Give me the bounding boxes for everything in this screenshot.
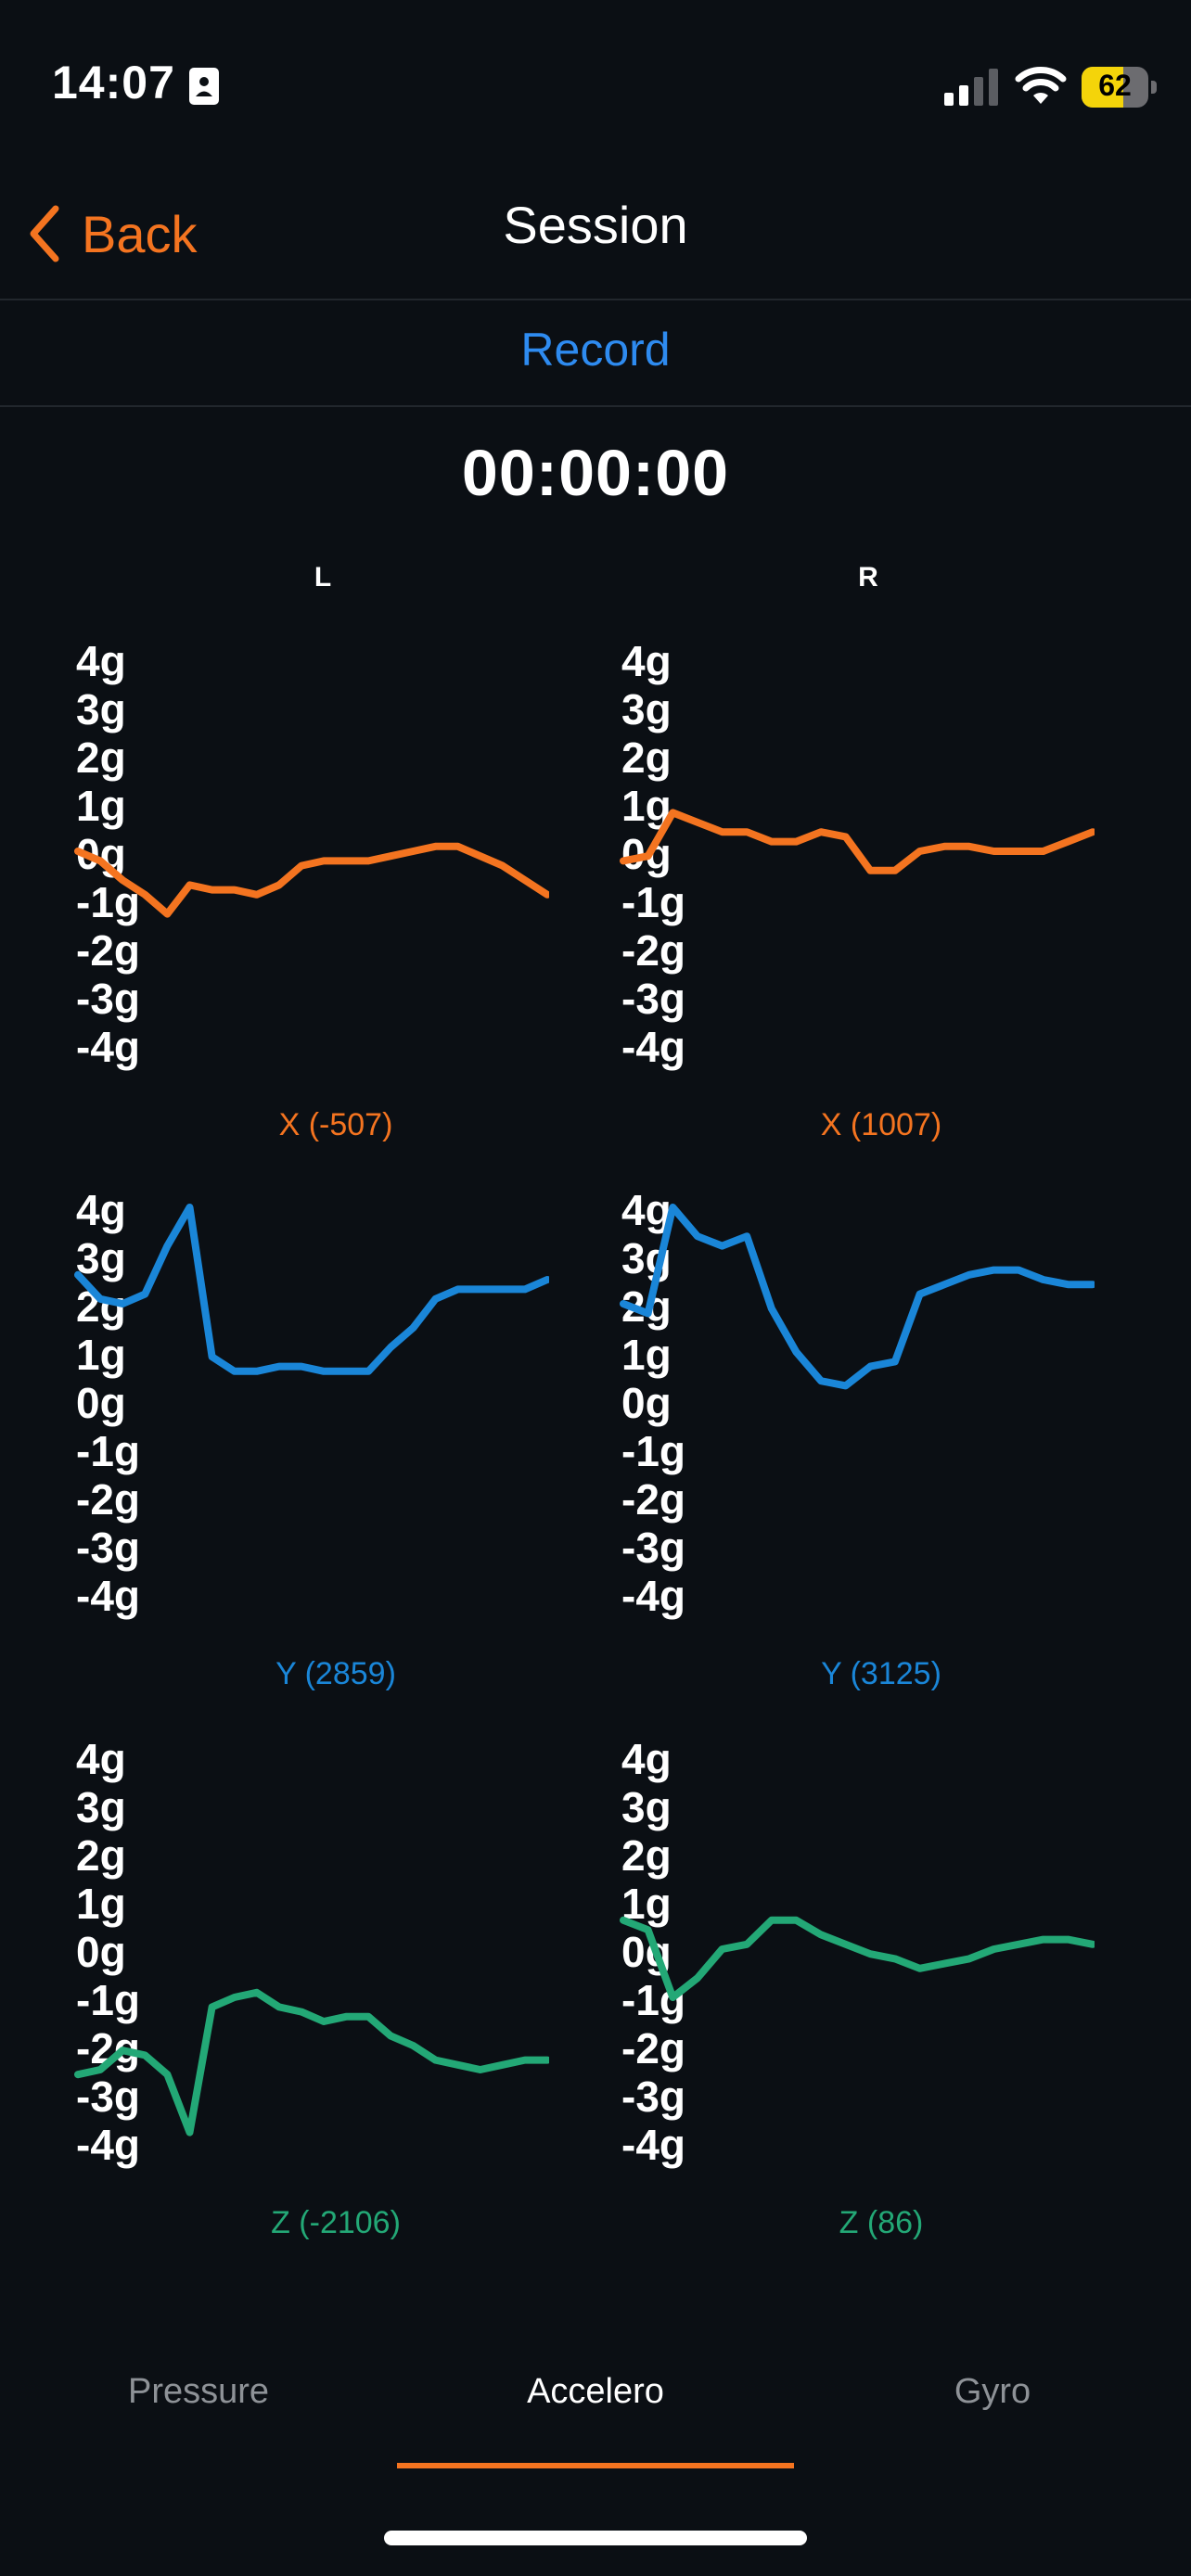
tab-gyro[interactable]: Gyro	[794, 2372, 1191, 2412]
chart-caption: Y (3125)	[821, 1656, 941, 1691]
accel-chart-r-y: 4g 3g 2g 1g 0g -1g -2g -3g -4g Y (3125)	[603, 1189, 1122, 1708]
battery-level: 62	[1098, 69, 1132, 102]
chart-plot	[620, 1916, 1095, 2001]
id-card-icon	[189, 68, 219, 105]
chart-plot	[620, 809, 1095, 874]
record-button[interactable]: Record	[0, 323, 1191, 376]
tab-accelero[interactable]: Accelero	[397, 2372, 794, 2412]
divider	[0, 299, 1191, 300]
series-line-x	[74, 842, 549, 918]
accel-chart-l-z: 4g 3g 2g 1g 0g -1g -2g -3g -4g Z (-2106)	[58, 1738, 577, 2257]
chart-plot	[620, 1204, 1095, 1390]
series-line-y	[74, 1204, 549, 1375]
column-label-left: L	[314, 562, 332, 593]
status-bar: 14:07 62	[0, 0, 1191, 139]
accel-chart-r-z: 4g 3g 2g 1g 0g -1g -2g -3g -4g Z (86)	[603, 1738, 1122, 2257]
page-title: Session	[503, 196, 688, 254]
chart-caption: X (-507)	[278, 1107, 393, 1142]
home-indicator	[384, 2531, 807, 2545]
divider	[0, 405, 1191, 407]
wifi-icon	[1015, 67, 1067, 104]
battery-icon: 62	[1082, 67, 1157, 108]
session-timer: 00:00:00	[461, 437, 730, 509]
column-label-right: R	[858, 562, 878, 593]
series-line-y	[620, 1204, 1095, 1390]
series-line-z	[74, 1988, 549, 2136]
chart-caption: X (1007)	[820, 1107, 942, 1142]
accel-chart-l-y: 4g 3g 2g 1g 0g -1g -2g -3g -4g Y (2859)	[58, 1189, 577, 1708]
signal-icon	[944, 69, 998, 106]
tab-bar: Pressure Accelero Gyro	[0, 2337, 1191, 2468]
chart-plot	[74, 842, 549, 918]
active-tab-indicator	[397, 2463, 794, 2468]
chart-caption: Y (2859)	[275, 1656, 396, 1691]
series-line-x	[620, 809, 1095, 874]
series-line-z	[620, 1916, 1095, 2001]
chart-caption: Z (86)	[839, 2205, 924, 2240]
chart-plot	[74, 1988, 549, 2136]
accel-chart-r-x: 4g 3g 2g 1g 0g -1g -2g -3g -4g X (1007)	[603, 640, 1122, 1159]
tab-pressure[interactable]: Pressure	[0, 2372, 397, 2412]
chart-caption: Z (-2106)	[271, 2205, 401, 2240]
accel-chart-l-x: 4g 3g 2g 1g 0g -1g -2g -3g -4g X (-507)	[58, 640, 577, 1159]
chart-plot	[74, 1204, 549, 1375]
status-time: 14:07	[52, 57, 175, 108]
